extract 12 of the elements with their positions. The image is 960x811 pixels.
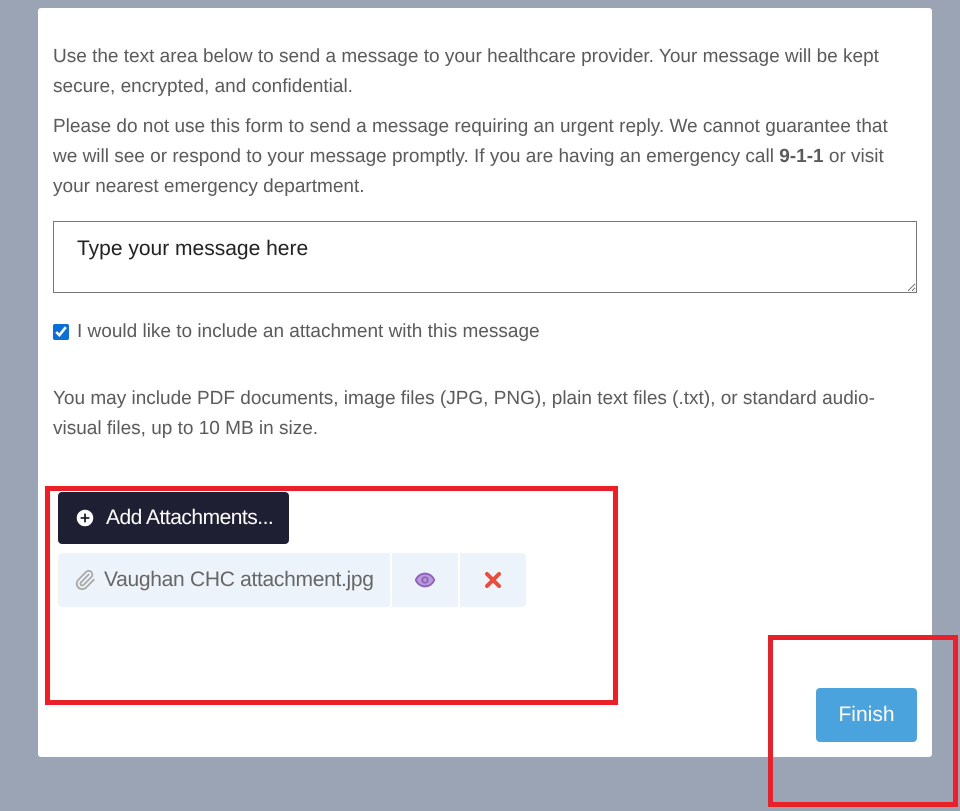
intro-text: Use the text area below to send a message to your healthcare provider. Your message will be kept secure, encrypted, and confidential. (53, 45, 880, 99)
file-note-text: You may include PDF documents, image files (JPG, PNG), plain text files (.txt), or standard audio-visual files, up to 10 MB in size. (53, 387, 876, 441)
attachment-checkbox-label: I would like to include an attachment with this message (77, 320, 540, 344)
add-attachments-button[interactable]: Add Attachments... (58, 492, 290, 544)
warning-text: Please do not use this form to send a message requiring an urgent reply. We cannot guarantee that we will see or respond to your message promptly. If you are having an emergency call 9-1-1 or visit your nearest emergency department. (53, 115, 889, 199)
preview-button[interactable] (392, 553, 458, 607)
remove-button[interactable] (460, 553, 526, 607)
paperclip-icon (74, 569, 96, 591)
attachment-checkbox[interactable] (53, 324, 69, 340)
attachment-file-name: Vaughan CHC attachment.jpg (104, 567, 374, 593)
message-field[interactable]: Type your message here (53, 221, 917, 293)
plus-circle-icon (74, 507, 96, 529)
